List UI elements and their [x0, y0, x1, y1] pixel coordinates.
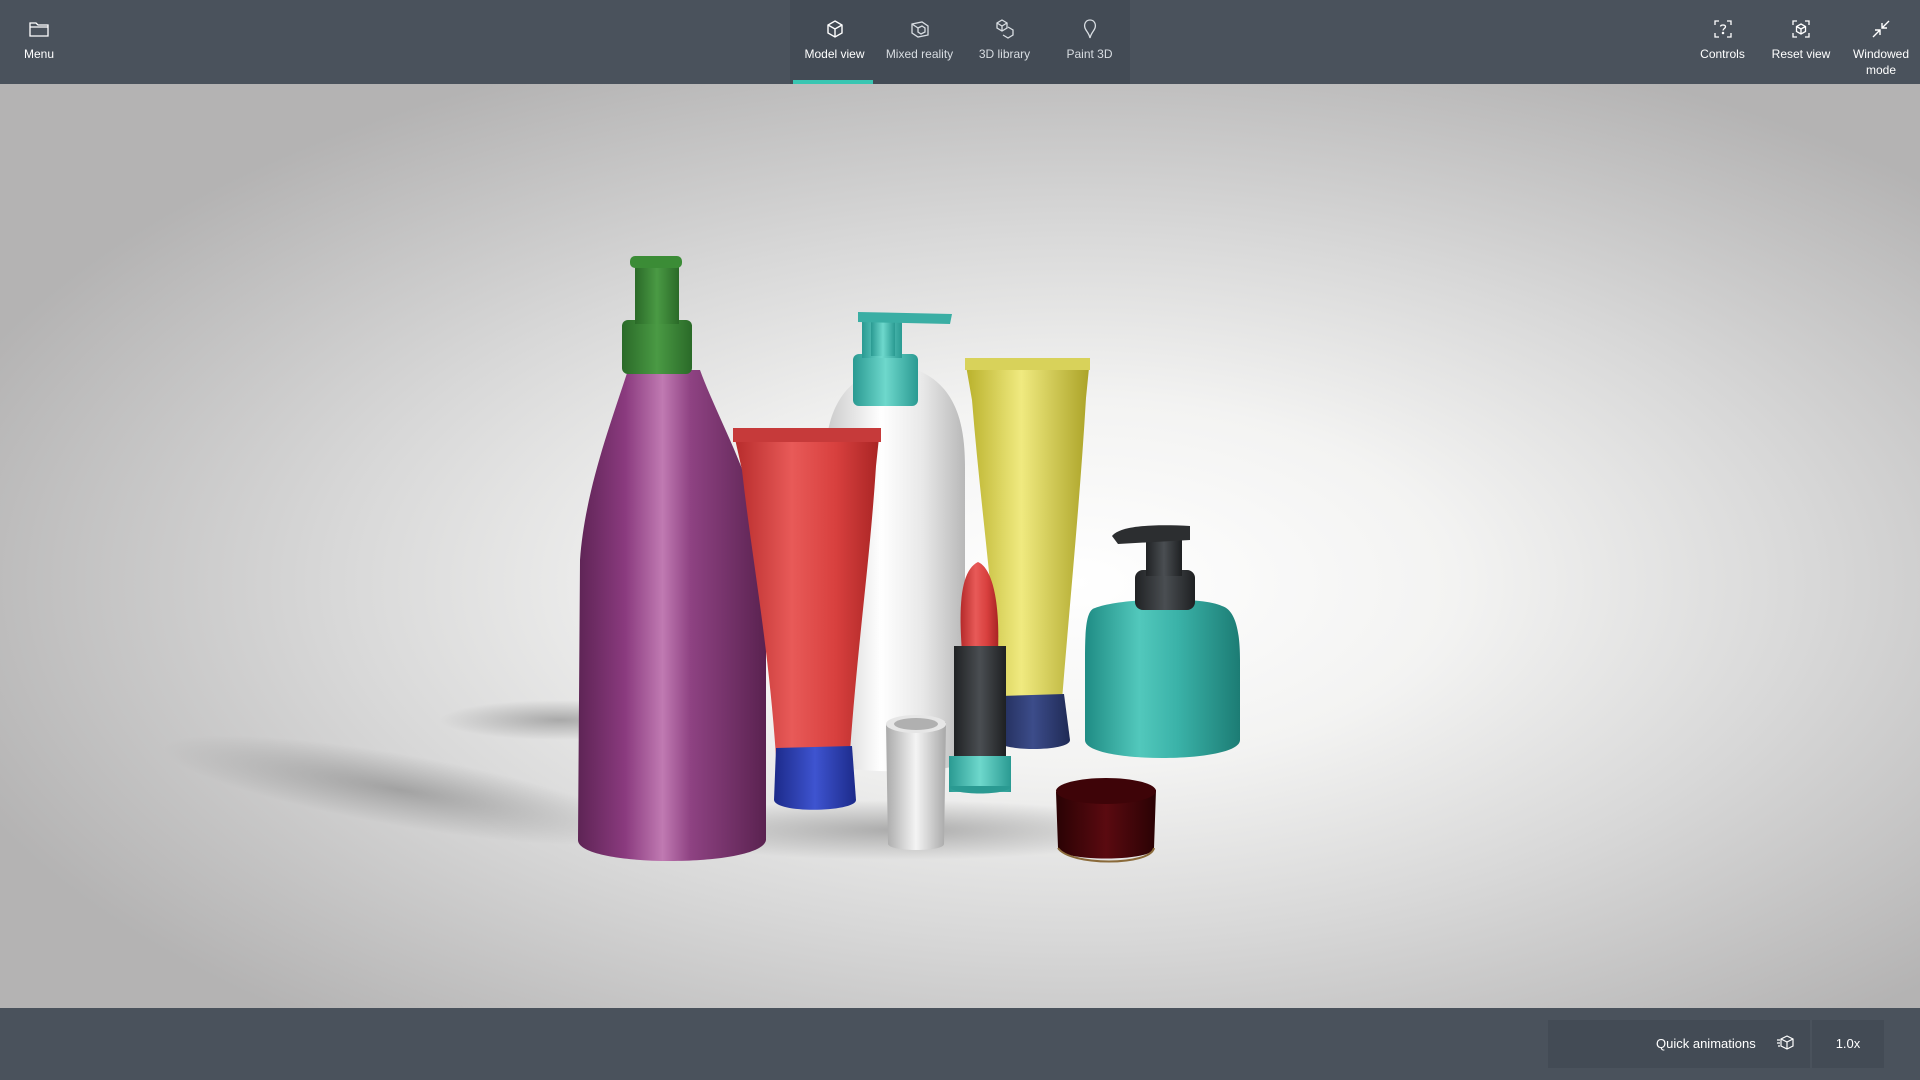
windowed-mode-label: Windowed mode	[1852, 47, 1910, 77]
3d-viewer-app: Menu Model view Mixed reality 3D library…	[0, 0, 1920, 1080]
cube-icon	[826, 20, 843, 38]
paint-3d-icon	[1083, 19, 1096, 39]
quick-animations-button[interactable]: Quick animations	[1656, 1020, 1756, 1068]
menu-label: Menu	[23, 47, 55, 61]
controls-label: Controls	[1700, 47, 1745, 61]
teal-pump-jar	[1085, 525, 1240, 758]
controls-button[interactable]: Controls	[1690, 0, 1755, 84]
folder-icon	[29, 22, 49, 37]
model-viewport[interactable]	[0, 84, 1920, 1008]
tab-model-view-label: Model view	[804, 47, 865, 61]
reset-view-button[interactable]: Reset view	[1765, 0, 1837, 84]
animation-speed-button[interactable]: 1.0x	[1812, 1020, 1884, 1068]
tab-paint-3d-label: Paint 3D	[1066, 47, 1113, 61]
tab-paint-3d[interactable]: Paint 3D	[1047, 0, 1132, 84]
reset-view-icon	[1792, 20, 1810, 38]
collapse-arrows-icon	[1872, 20, 1890, 38]
windowed-mode-button[interactable]: Windowed mode	[1845, 0, 1917, 84]
animation-icon[interactable]	[1776, 1033, 1796, 1053]
menu-button[interactable]: Menu	[10, 0, 68, 84]
maroon-jar-lid	[1056, 778, 1156, 863]
bottom-bar: Quick animations 1.0x	[0, 1008, 1920, 1080]
view-mode-tabs: Model view Mixed reality 3D library Pain…	[790, 0, 1130, 84]
top-bar: Menu Model view Mixed reality 3D library…	[0, 0, 1920, 84]
purple-bottle	[578, 256, 766, 861]
controls-help-icon	[1713, 20, 1732, 38]
3d-library-icon	[995, 19, 1014, 39]
lipstick-cap	[886, 715, 946, 850]
tab-3d-library[interactable]: 3D library	[962, 0, 1047, 84]
tab-model-view[interactable]: Model view	[792, 0, 877, 84]
quick-animations-panel: Quick animations 1.0x	[1548, 1020, 1884, 1068]
tab-mixed-reality[interactable]: Mixed reality	[877, 0, 962, 84]
tab-3d-library-label: 3D library	[978, 47, 1031, 61]
tab-mixed-reality-label: Mixed reality	[885, 47, 954, 61]
cosmetics-model	[163, 256, 1240, 863]
mixed-reality-icon	[910, 21, 929, 38]
reset-view-label: Reset view	[1771, 47, 1831, 61]
